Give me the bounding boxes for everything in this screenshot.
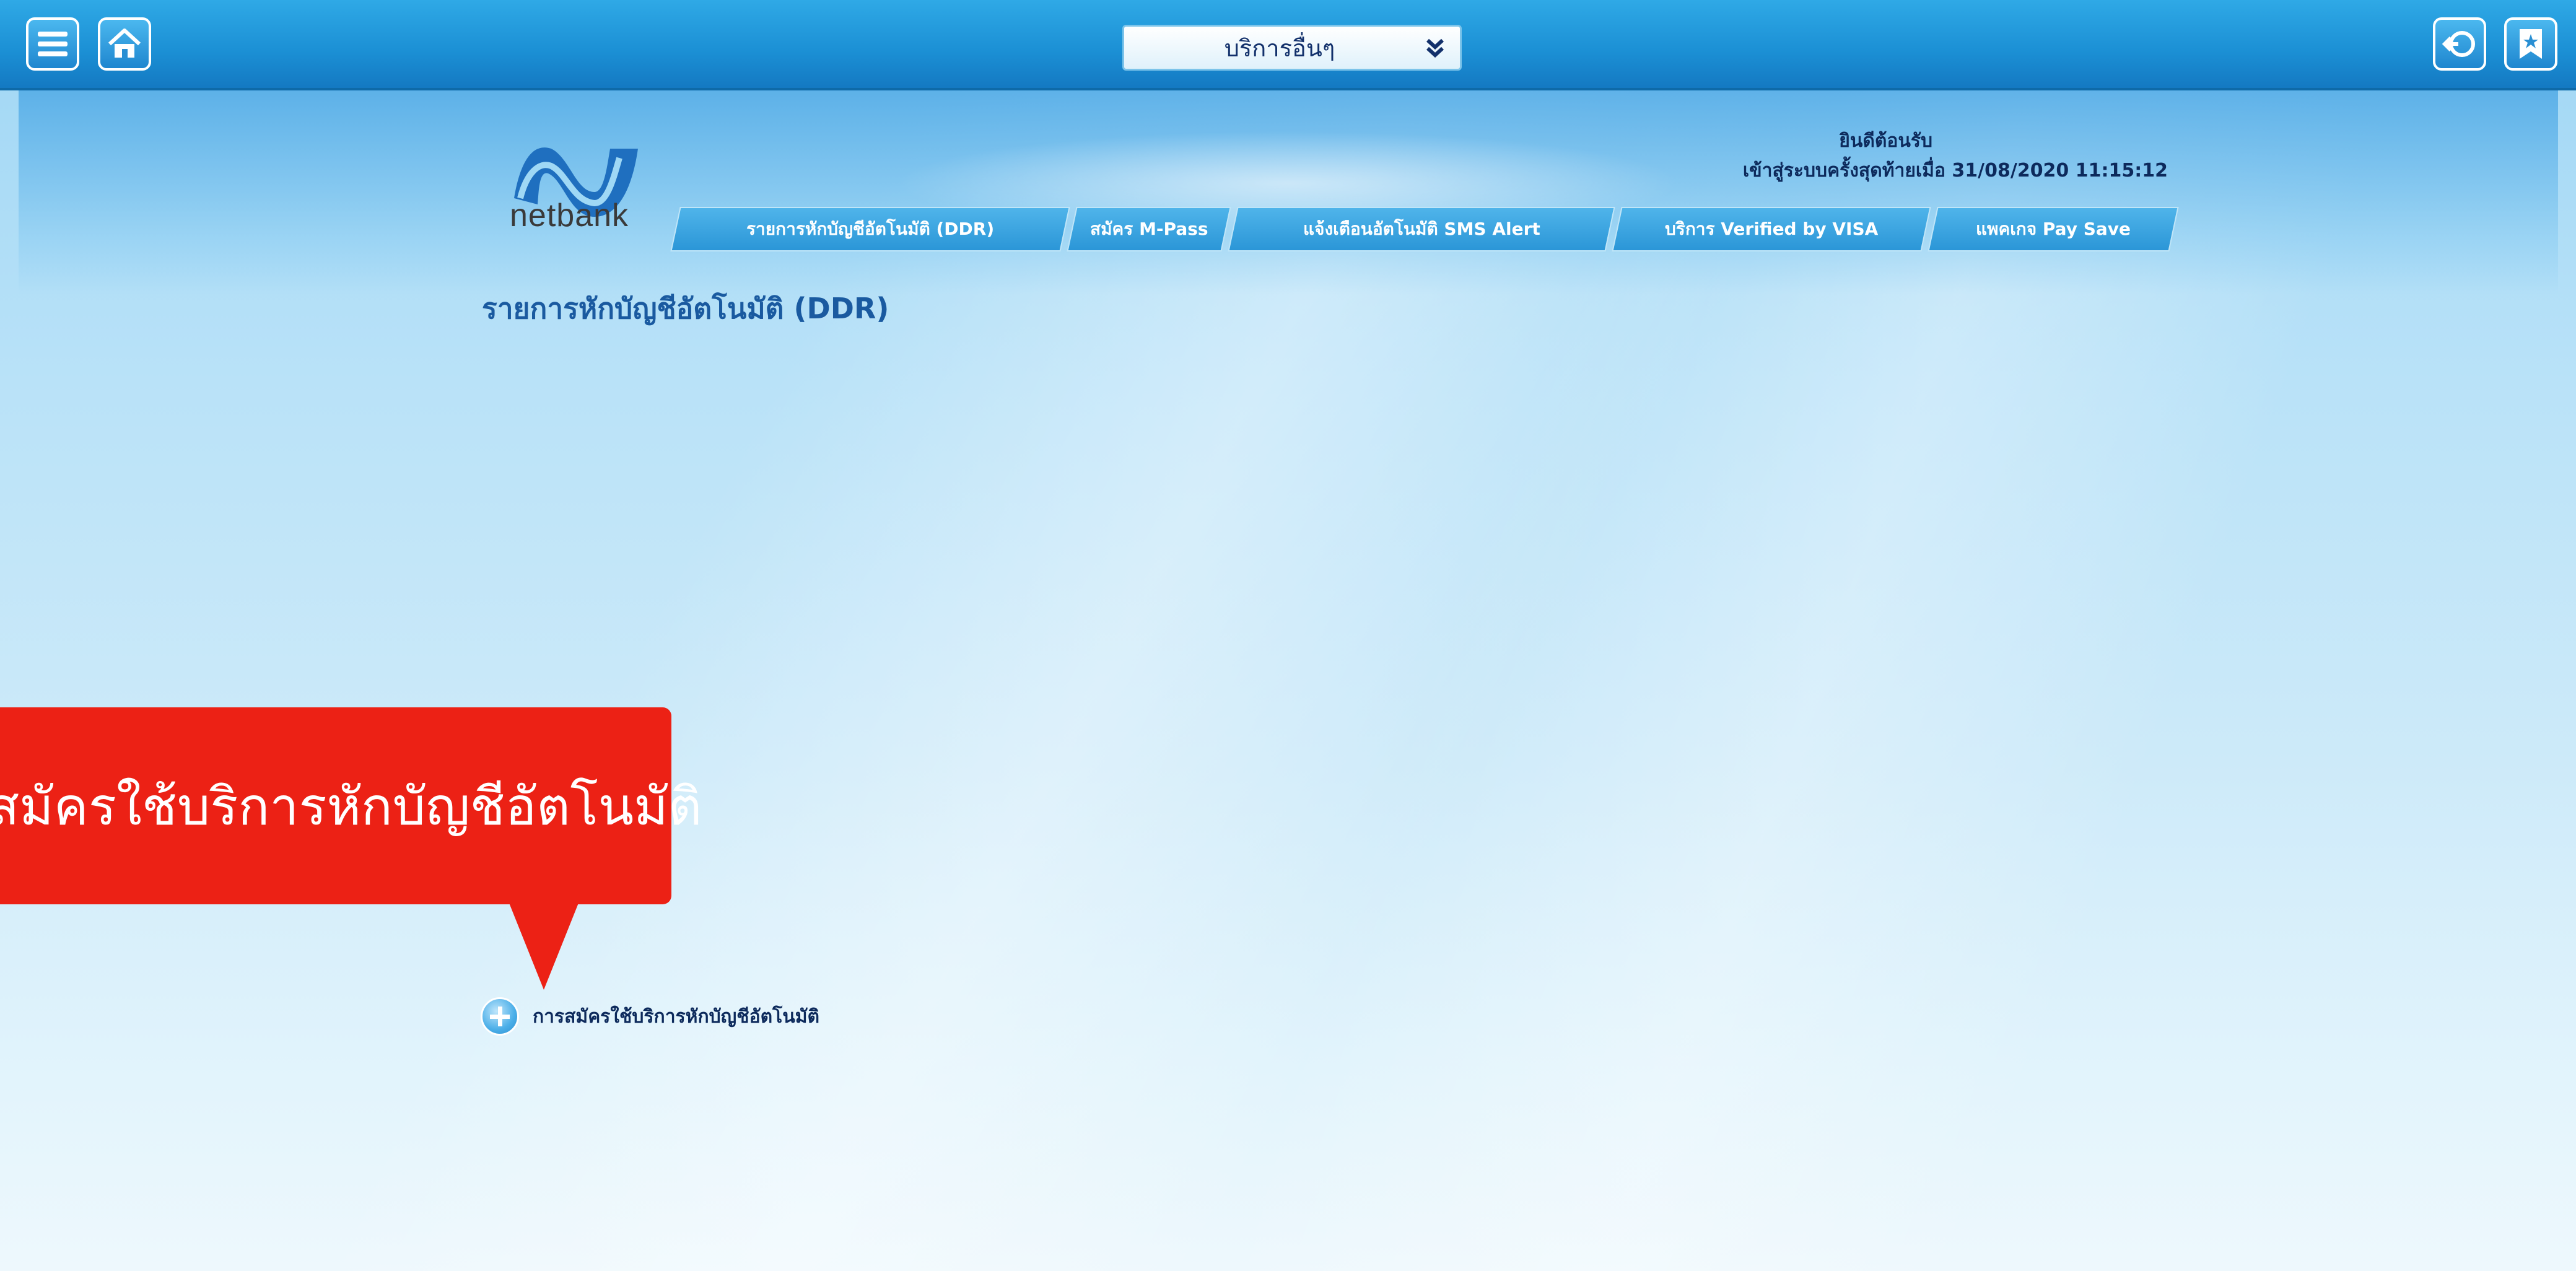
callout-text: สมัครใช้บริการหักบัญชีอัตโนมัติ xyxy=(0,776,702,837)
tab-ddr[interactable]: รายการหักบัญชีอัตโนมัติ (DDR) xyxy=(670,207,1070,251)
callout-pointer xyxy=(509,903,579,990)
tab-label: แจ้งเตือนอัตโนมัติ SMS Alert xyxy=(1303,219,1540,239)
service-dropdown[interactable]: บริการอื่นๆ xyxy=(1122,25,1462,71)
double-chevron-down-icon xyxy=(1410,35,1460,60)
tab-pay-save[interactable]: แพคเกจ Pay Save xyxy=(1928,207,2179,251)
logout-button[interactable] xyxy=(2433,17,2486,71)
header-banner xyxy=(19,90,2558,295)
home-icon xyxy=(108,28,141,58)
apply-ddr-label: การสมัครใช้บริการหักบัญชีอัตโนมัติ xyxy=(533,1005,819,1028)
logout-icon xyxy=(2442,31,2475,57)
callout-box: สมัครใช้บริการหักบัญชีอัตโนมัติ xyxy=(0,707,702,904)
tab-label: สมัคร M-Pass xyxy=(1089,219,1208,239)
logo-text: netbank xyxy=(510,198,629,234)
tab-label: แพคเกจ Pay Save xyxy=(1975,219,2131,239)
favorite-button[interactable] xyxy=(2504,17,2557,71)
service-dropdown-value: บริการอื่นๆ xyxy=(1224,34,1335,62)
app-window: บริการอื่นๆ netbank ยินดีต้อนรับ เข้าสู่… xyxy=(0,0,2576,1271)
bookmark-star-icon xyxy=(2520,29,2542,59)
tab-sms-alert[interactable]: แจ้งเตือนอัตโนมัติ SMS Alert xyxy=(1228,207,1615,251)
tab-label: รายการหักบัญชีอัตโนมัติ (DDR) xyxy=(746,219,995,239)
tab-verified-by-visa[interactable]: บริการ Verified by VISA xyxy=(1612,207,1931,251)
welcome-message: ยินดีต้อนรับ เข้าสู่ระบบครั้งสุดท้ายเมื่… xyxy=(1548,126,2168,186)
menu-button[interactable] xyxy=(26,17,79,71)
apply-ddr-link[interactable]: การสมัครใช้บริการหักบัญชีอัตโนมัติ xyxy=(481,997,819,1036)
welcome-greeting: ยินดีต้อนรับ xyxy=(1839,130,1932,152)
plus-circle-icon xyxy=(481,997,519,1036)
page-title: รายการหักบัญชีอัตโนมัติ (DDR) xyxy=(482,292,889,325)
hamburger-menu-icon xyxy=(38,32,68,56)
last-login-text: เข้าสู่ระบบครั้งสุดท้ายเมื่อ 31/08/2020 … xyxy=(1742,160,2168,181)
tab-m-pass[interactable]: สมัคร M-Pass xyxy=(1067,207,1231,251)
tab-bar: รายการหักบัญชีอัตโนมัติ (DDR) สมัคร M-Pa… xyxy=(670,207,2180,251)
tab-label: บริการ Verified by VISA xyxy=(1664,219,1879,239)
top-bar: บริการอื่นๆ xyxy=(0,0,2576,90)
home-button[interactable] xyxy=(98,17,151,71)
